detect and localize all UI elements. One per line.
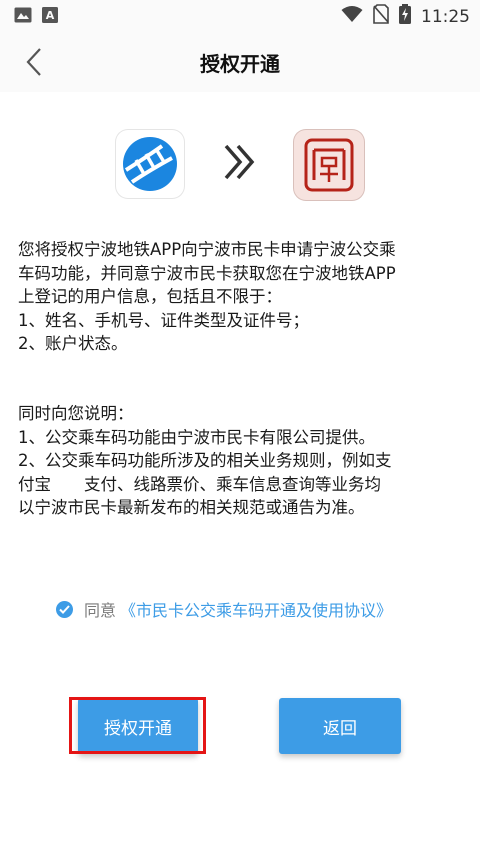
notice-line: 以宁波市民卡最新发布的相关规范或通告为准。: [18, 498, 365, 517]
authorize-button[interactable]: 授权开通: [78, 698, 198, 754]
notice-text: 同时向您说明： 1、公交乘车码功能由宁波市民卡有限公司提供。 2、公交乘车码功能…: [18, 402, 464, 520]
no-sim-icon: [373, 4, 389, 29]
agreement-row: 同意 《市民卡公交乘车码开通及使用协议》: [56, 597, 392, 621]
description-line: 您将授权宁波地铁APP向宁波市民卡申请宁波公交乘: [18, 240, 396, 259]
svg-text:A: A: [46, 9, 55, 22]
description-line: 上登记的用户信息，包括且不限于：: [18, 287, 282, 306]
notice-line: 付宝 支付、线路票价、乘车信息查询等业务均: [18, 474, 381, 494]
status-bar: A 11:25: [0, 0, 480, 32]
gallery-icon: [14, 7, 32, 27]
back-return-button[interactable]: 返回: [279, 698, 401, 754]
agreement-label: 同意: [84, 601, 117, 620]
logos-row: [0, 130, 480, 202]
authorization-description: 您将授权宁波地铁APP向宁波市民卡申请宁波公交乘 车码功能，并同意宁波市民卡获取…: [18, 238, 464, 356]
agreement-checkbox[interactable]: [56, 600, 73, 618]
description-line: 1、姓名、手机号、证件类型及证件号；: [18, 310, 309, 330]
notice-line: 1、公交乘车码功能由宁波市民卡有限公司提供。: [18, 427, 375, 447]
description-line: 2、账户状态。: [18, 334, 128, 353]
page-title: 授权开通: [200, 52, 280, 76]
description-line: 车码功能，并同意宁波市民卡获取您在宁波地铁APP: [18, 263, 396, 283]
citizen-card-logo: [294, 130, 364, 200]
battery-charging-icon: [399, 4, 411, 29]
double-chevron-right-icon: [220, 142, 260, 186]
status-time: 11:25: [421, 6, 470, 27]
font-app-icon: A: [42, 7, 58, 27]
header: 授权开通: [0, 32, 480, 92]
agreement-link[interactable]: 《市民卡公交乘车码开通及使用协议》: [120, 597, 392, 621]
notice-line: 同时向您说明：: [18, 404, 134, 423]
wifi-icon: [341, 5, 363, 28]
notice-line: 2、公交乘车码功能所涉及的相关业务规则，例如支: [18, 451, 392, 470]
checkmark-icon: [59, 604, 70, 614]
ningbo-metro-logo: [116, 130, 184, 198]
